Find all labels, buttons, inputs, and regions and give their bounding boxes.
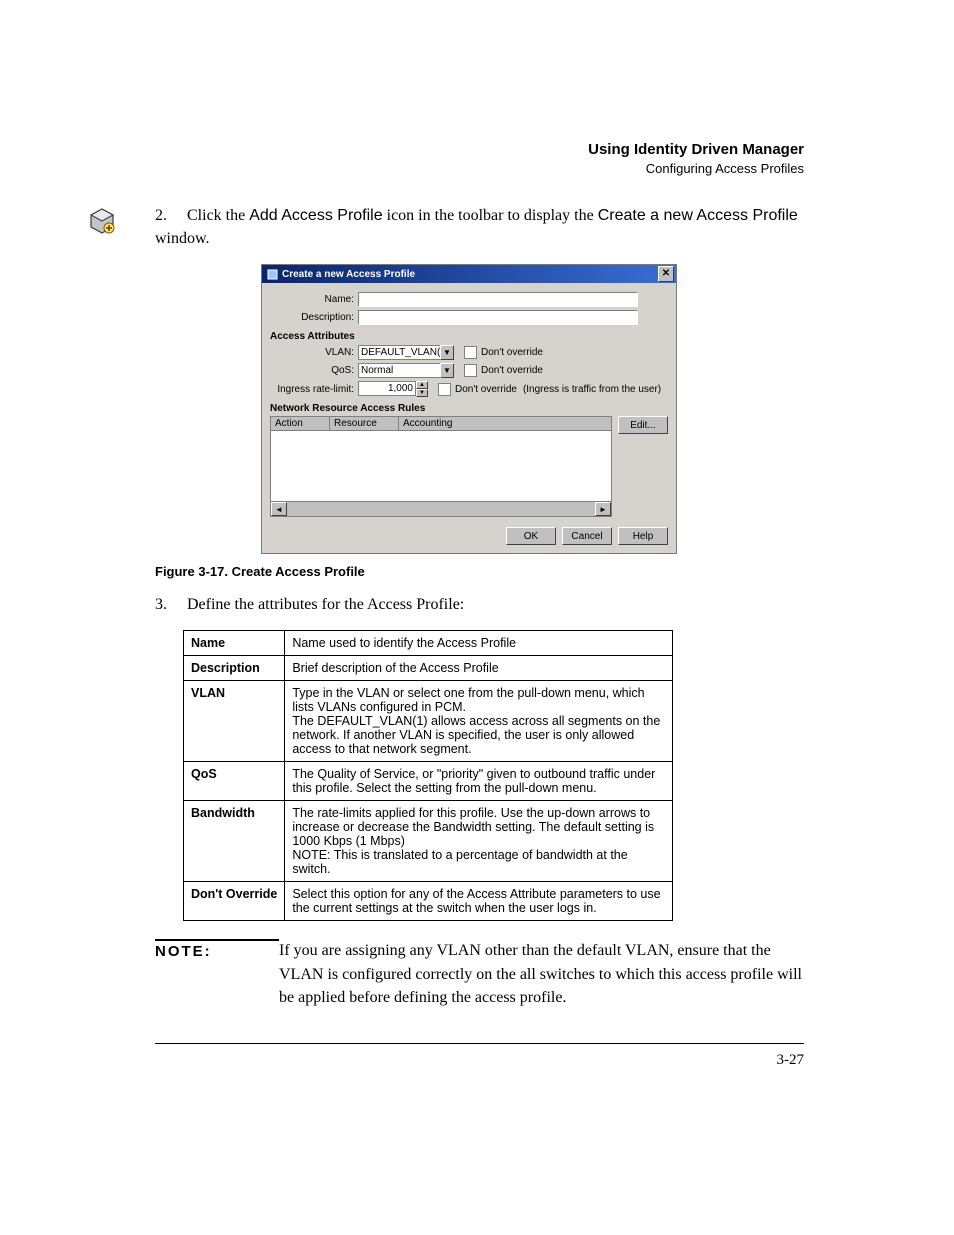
- page-header-subtitle: Configuring Access Profiles: [155, 160, 804, 178]
- qos-override-checkbox[interactable]: [464, 364, 477, 377]
- ingress-rate-limit-input[interactable]: 1,000 ▲ ▼: [358, 381, 428, 397]
- create-access-profile-dialog: Create a new Access Profile ✕ Name: Desc…: [261, 264, 677, 554]
- vlan-override-checkbox[interactable]: [464, 346, 477, 359]
- rules-table-body: [270, 431, 612, 502]
- page-header-title: Using Identity Driven Manager: [155, 140, 804, 160]
- attr-name: VLAN: [184, 681, 285, 762]
- dialog-title: Create a new Access Profile: [282, 269, 658, 280]
- edit-button[interactable]: Edit...: [618, 416, 668, 434]
- figure-caption: Figure 3-17. Create Access Profile: [155, 564, 804, 579]
- page-rule: [155, 1043, 804, 1044]
- attr-desc: Type in the VLAN or select one from the …: [285, 681, 673, 762]
- help-button[interactable]: Help: [618, 527, 668, 545]
- qos-label: QoS:: [270, 365, 358, 376]
- step-2: 2. Click the Add Access Profile icon in …: [155, 204, 804, 250]
- attr-name: Name: [184, 631, 285, 656]
- step-2-text-a: Click the: [187, 207, 249, 224]
- step-2-text-b: icon in the toolbar to display the: [383, 207, 598, 224]
- table-row: NameName used to identify the Access Pro…: [184, 631, 673, 656]
- attr-name: Bandwidth: [184, 801, 285, 882]
- scroll-right-icon[interactable]: ►: [595, 502, 611, 516]
- rules-heading: Network Resource Access Rules: [270, 403, 668, 414]
- vlan-label: VLAN:: [270, 347, 358, 358]
- attr-name: Description: [184, 656, 285, 681]
- spinner-down-icon[interactable]: ▼: [416, 389, 428, 397]
- qos-select-value: Normal: [358, 363, 440, 378]
- col-action[interactable]: Action: [271, 417, 330, 430]
- description-label: Description:: [270, 312, 358, 323]
- table-row: QoSThe Quality of Service, or "priority"…: [184, 762, 673, 801]
- table-row: Don't OverrideSelect this option for any…: [184, 882, 673, 921]
- qos-override-label: Don't override: [481, 365, 543, 376]
- table-row: VLANType in the VLAN or select one from …: [184, 681, 673, 762]
- scroll-left-icon[interactable]: ◄: [271, 502, 287, 516]
- chevron-down-icon[interactable]: ▼: [440, 345, 454, 360]
- dialog-title-icon: [266, 268, 278, 280]
- description-input[interactable]: [358, 310, 638, 325]
- col-accounting[interactable]: Accounting: [399, 417, 611, 430]
- ingress-override-label: Don't override: [455, 384, 517, 395]
- step-3-number: 3.: [155, 593, 183, 616]
- step-2-text-c: window.: [155, 230, 210, 247]
- step-2-ui-1: Add Access Profile: [249, 207, 382, 224]
- col-resource[interactable]: Resource: [330, 417, 399, 430]
- table-row: DescriptionBrief description of the Acce…: [184, 656, 673, 681]
- table-row: BandwidthThe rate-limits applied for thi…: [184, 801, 673, 882]
- name-label: Name:: [270, 294, 358, 305]
- cancel-button[interactable]: Cancel: [562, 527, 612, 545]
- attr-desc: Name used to identify the Access Profile: [285, 631, 673, 656]
- attr-name: Don't Override: [184, 882, 285, 921]
- step-2-ui-2: Create a new Access Profile: [598, 207, 798, 224]
- attr-desc: Select this option for any of the Access…: [285, 882, 673, 921]
- attr-desc: The rate-limits applied for this profile…: [285, 801, 673, 882]
- ingress-hint: (Ingress is traffic from the user): [523, 384, 661, 395]
- add-access-profile-icon: [85, 204, 119, 238]
- ingress-override-checkbox[interactable]: [438, 383, 451, 396]
- dialog-close-button[interactable]: ✕: [658, 266, 674, 282]
- name-input[interactable]: [358, 292, 638, 307]
- note-body: If you are assigning any VLAN other than…: [279, 939, 804, 1009]
- attr-name: QoS: [184, 762, 285, 801]
- attr-desc: The Quality of Service, or "priority" gi…: [285, 762, 673, 801]
- ingress-value: 1,000: [358, 381, 416, 396]
- rules-table-header: Action Resource Accounting: [270, 416, 612, 431]
- attributes-table: NameName used to identify the Access Pro…: [183, 630, 673, 921]
- step-3: 3. Define the attributes for the Access …: [155, 593, 804, 616]
- vlan-select[interactable]: DEFAULT_VLAN(1) ▼: [358, 345, 454, 360]
- access-attributes-heading: Access Attributes: [270, 331, 668, 342]
- qos-select[interactable]: Normal ▼: [358, 363, 454, 378]
- chevron-down-icon[interactable]: ▼: [440, 363, 454, 378]
- attr-desc: Brief description of the Access Profile: [285, 656, 673, 681]
- spinner-up-icon[interactable]: ▲: [416, 381, 428, 389]
- vlan-select-value: DEFAULT_VLAN(1): [358, 345, 440, 360]
- step-2-number: 2.: [155, 204, 183, 227]
- note-label: NOTE:: [155, 939, 279, 960]
- dialog-titlebar: Create a new Access Profile ✕: [262, 265, 676, 283]
- step-3-text: Define the attributes for the Access Pro…: [187, 596, 464, 613]
- rules-hscrollbar[interactable]: ◄ ►: [270, 502, 612, 517]
- ingress-label: Ingress rate-limit:: [270, 384, 358, 395]
- page-number: 3-27: [155, 1052, 804, 1069]
- vlan-override-label: Don't override: [481, 347, 543, 358]
- ok-button[interactable]: OK: [506, 527, 556, 545]
